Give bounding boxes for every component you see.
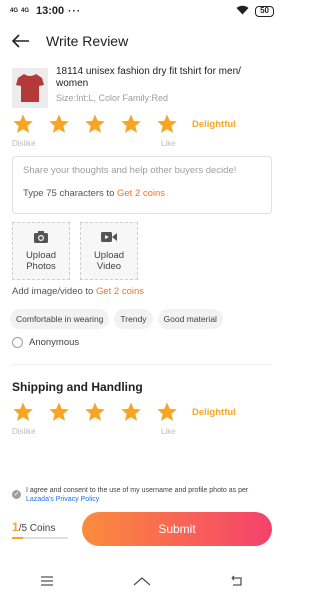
shipping-star-icon-3[interactable] (84, 401, 106, 423)
upload-video-label-2: Video (96, 261, 122, 272)
video-camera-icon (100, 230, 118, 250)
camera-icon (33, 230, 49, 250)
media-hint-text: Add image/video to (12, 286, 96, 297)
media-upload: Upload Photos Upload Video (0, 222, 284, 280)
tag-comfortable[interactable]: Comfortable in wearing (10, 309, 110, 329)
star-icon-1[interactable] (12, 113, 34, 135)
product-variant: Size:Int:L, Color Family:Red (56, 93, 169, 103)
app-header: Write Review (0, 22, 284, 60)
shipping-scale-low-label: Dislike (12, 427, 36, 436)
page-title: Write Review (46, 33, 129, 49)
shipping-scale-high-label: Like (161, 427, 176, 436)
media-reward-hint: Add image/video to Get 2 coins (0, 286, 284, 297)
product-name: 18114 unisex fashion dry fit tshirt for … (56, 66, 241, 89)
consent-text: I agree and consent to the use of my use… (26, 486, 272, 504)
anonymous-option[interactable]: Anonymous (0, 337, 284, 348)
shipping-star-icon-4[interactable] (120, 401, 142, 423)
star-icon-4[interactable] (120, 113, 142, 135)
review-textarea[interactable]: Share your thoughts and help other buyer… (12, 156, 272, 214)
shipping-star-icon-2[interactable] (48, 401, 70, 423)
shipping-star-icon-1[interactable] (12, 401, 34, 423)
submit-button[interactable]: Submit (82, 512, 272, 546)
upload-video-label-1: Upload (93, 250, 125, 261)
anonymous-radio[interactable] (12, 337, 23, 348)
submit-row: 1/5 Coins Submit (0, 512, 284, 546)
menu-icon[interactable] (39, 574, 55, 592)
shipping-rating-label: Delightful (192, 406, 236, 418)
quick-tags: Comfortable in wearing Trendy Good mater… (0, 309, 284, 329)
coins-total: /5 Coins (18, 522, 56, 534)
star-icon-5[interactable] (156, 113, 178, 135)
battery-icon: 50 (255, 5, 274, 17)
product-summary: 18114 unisex fashion dry fit tshirt for … (0, 60, 284, 110)
upload-video-button[interactable]: Upload Video (80, 222, 138, 280)
upload-photos-label-2: Photos (26, 261, 56, 272)
coins-current: 1 (12, 519, 19, 534)
product-rating: Delightful Dislike Like (0, 112, 284, 152)
review-hint-text: Type 75 characters to (23, 188, 117, 199)
rating-label: Delightful (192, 118, 236, 130)
upload-photos-label-1: Upload (25, 250, 57, 261)
review-hint-reward: Get 2 coins (117, 188, 166, 199)
media-hint-reward: Get 2 coins (95, 286, 145, 297)
signal-4g-1: 4G (10, 8, 19, 14)
coins-text: 1/5 Coins (12, 520, 72, 534)
tag-good-material[interactable]: Good material (157, 309, 223, 329)
status-bar: 4G 4G 13:00 ··· 50 (0, 0, 284, 22)
star-icon-2[interactable] (48, 113, 70, 135)
coins-progress-bar (12, 536, 68, 539)
product-thumbnail (12, 68, 48, 108)
privacy-policy-link[interactable]: Lazada's Privacy Policy (26, 496, 99, 503)
upload-photos-button[interactable]: Upload Photos (12, 222, 70, 280)
status-time: 13:00 (36, 5, 65, 17)
signal-4g-2: 4G (21, 8, 30, 14)
notification-dots: ··· (68, 5, 82, 17)
wifi-icon (236, 5, 249, 18)
divider (12, 364, 272, 365)
star-icon-3[interactable] (84, 113, 106, 135)
review-placeholder: Share your thoughts and help other buyer… (23, 165, 237, 176)
coins-progress: 1/5 Coins (12, 520, 72, 539)
scale-low-label: Dislike (12, 139, 36, 148)
checkmark-icon[interactable]: ✓ (12, 490, 21, 499)
system-nav-bar (0, 568, 284, 598)
consent-row[interactable]: ✓ I agree and consent to the use of my u… (0, 486, 284, 504)
consent-body: I agree and consent to the use of my use… (26, 487, 249, 494)
coins-progress-fill (12, 536, 24, 539)
back-icon[interactable] (229, 574, 245, 592)
shipping-section-title: Shipping and Handling (12, 380, 143, 394)
review-reward-hint: Type 75 characters to Get 2 coins (23, 188, 261, 199)
shipping-rating: Delightful Dislike Like (0, 400, 284, 440)
bottom-bar: ✓ I agree and consent to the use of my u… (0, 486, 284, 546)
shipping-star-icon-5[interactable] (156, 401, 178, 423)
anonymous-label: Anonymous (29, 337, 80, 348)
home-icon[interactable] (132, 574, 152, 592)
scale-high-label: Like (161, 139, 176, 148)
tag-trendy[interactable]: Trendy (114, 309, 153, 329)
back-arrow-icon[interactable] (12, 31, 32, 51)
